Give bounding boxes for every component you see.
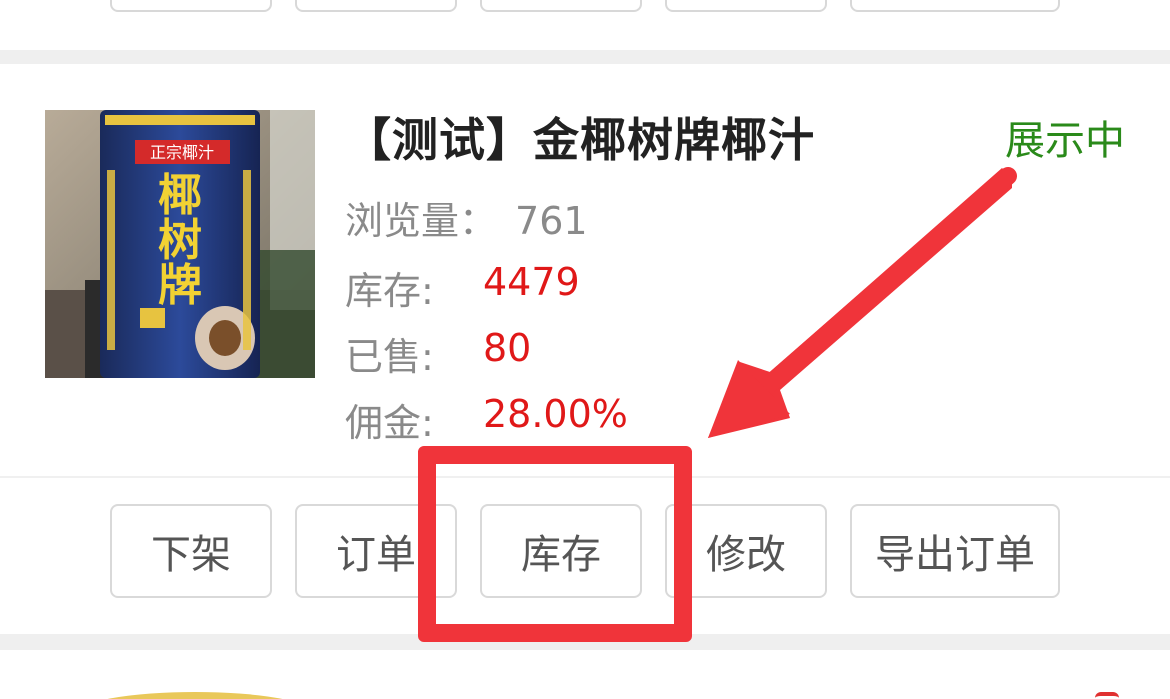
annotation-highlight-box: [418, 446, 692, 642]
stock-row: 库存: 4479: [345, 260, 580, 315]
display-status-label: 展示中: [1005, 118, 1125, 164]
svg-text:树: 树: [158, 215, 202, 266]
sold-row: 已售: 80: [345, 326, 531, 381]
previous-card-button[interactable]: [295, 0, 457, 12]
views-row: 浏览量： 761: [345, 190, 588, 245]
next-product-card: [0, 650, 1170, 699]
product-title: 【测试】金椰树牌椰汁: [345, 113, 815, 167]
views-value: 761: [515, 199, 588, 243]
svg-text:正宗椰汁: 正宗椰汁: [150, 143, 214, 162]
coconut-juice-product-photo-icon: 正宗椰汁 椰 树 牌: [45, 110, 315, 378]
commission-row: 佣金: 28.00%: [345, 392, 628, 447]
next-product-image[interactable]: [80, 692, 310, 699]
svg-text:椰: 椰: [158, 170, 202, 221]
next-card-status-mark: [1095, 692, 1119, 699]
previous-card-button[interactable]: [850, 0, 1060, 12]
previous-product-card: [0, 0, 1170, 50]
svg-text:牌: 牌: [158, 260, 202, 311]
export-orders-button[interactable]: 导出订单: [850, 504, 1060, 598]
previous-card-button[interactable]: [110, 0, 272, 12]
product-image[interactable]: 正宗椰汁 椰 树 牌: [45, 110, 315, 378]
views-label: 浏览量：: [345, 199, 498, 243]
product-list-page: 正宗椰汁 椰 树 牌 【测试】金椰树牌椰汁 展示中 浏览量： 761 库存: 44…: [0, 0, 1170, 699]
commission-label: 佣金:: [345, 401, 434, 445]
stock-value: 4479: [483, 260, 580, 304]
delist-button[interactable]: 下架: [110, 504, 272, 598]
commission-value: 28.00%: [483, 392, 628, 436]
sold-label: 已售:: [345, 335, 434, 379]
stock-label: 库存:: [345, 269, 434, 313]
previous-card-button[interactable]: [480, 0, 642, 12]
previous-card-button[interactable]: [665, 0, 827, 12]
sold-value: 80: [483, 326, 532, 370]
